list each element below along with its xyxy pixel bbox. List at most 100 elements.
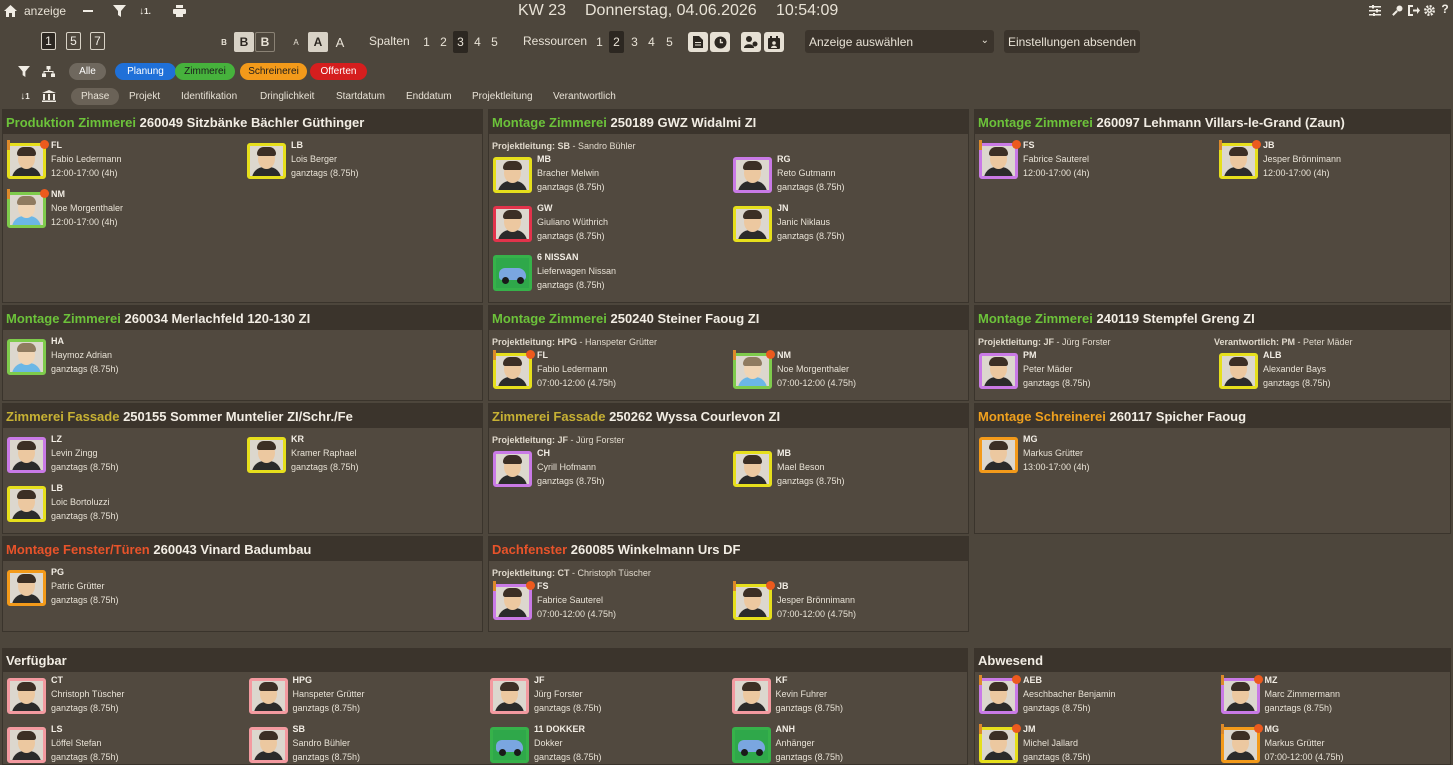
resource-item[interactable]: NM Noe Morgenthaler 12:00-17:00 (4h)	[7, 189, 237, 234]
filter-pill-3[interactable]: Schreinerei	[240, 63, 307, 80]
project-card[interactable]: Zimmerei Fassade 250155 Sommer Muntelier…	[2, 403, 483, 534]
project-card[interactable]: Montage Fenster/Türen 260043 Vinard Badu…	[2, 536, 483, 632]
resource-item[interactable]: LB Loic Bortoluzzi ganztags (8.75h)	[7, 483, 237, 528]
sort-tab-5[interactable]: Enddatum	[406, 88, 452, 105]
sort-tab-6[interactable]: Projektleitung	[472, 88, 533, 105]
project-title[interactable]: Montage Fenster/Türen 260043 Vinard Badu…	[3, 537, 482, 561]
resource-item[interactable]: FL Fabio Ledermann 07:00-12:00 (4.75h)	[493, 350, 723, 395]
resource-item[interactable]: HA Haymoz Adrian ganztags (8.75h)	[7, 336, 237, 381]
project-title[interactable]: Produktion Zimmerei 260049 Sitzbänke Bäc…	[3, 110, 482, 134]
columns-4-button[interactable]: 4	[470, 31, 485, 53]
project-title[interactable]: Zimmerei Fassade 250262 Wyssa Courlevon …	[489, 404, 968, 428]
sort-tab-7[interactable]: Verantwortlich	[553, 88, 616, 105]
resource-item[interactable]: GW Giuliano Wüthrich ganztags (8.75h)	[493, 203, 723, 248]
resource-item[interactable]: FS Fabrice Sauterel 07:00-12:00 (4.75h)	[493, 581, 723, 626]
settings-sliders-icon[interactable]	[1368, 3, 1382, 17]
resource-item[interactable]: HPG Hanspeter Grütter ganztags (8.75h)	[248, 675, 479, 720]
columns-1-button[interactable]: 1	[419, 31, 434, 53]
project-card[interactable]: Zimmerei Fassade 250262 Wyssa Courlevon …	[488, 403, 969, 534]
resource-item[interactable]: KF Kevin Fuhrer ganztags (8.75h)	[731, 675, 962, 720]
resource-item[interactable]: MG Markus Grütter 13:00-17:00 (4h)	[979, 434, 1209, 479]
resource-item[interactable]: AEB Aeschbacher Benjamin ganztags (8.75h)	[979, 675, 1209, 720]
project-title[interactable]: Montage Schreinerei 260117 Spicher Faoug	[975, 404, 1450, 428]
resources-3-button[interactable]: 3	[627, 31, 642, 53]
font-large-button[interactable]: A	[330, 32, 350, 52]
resource-item[interactable]: JN Janic Niklaus ganztags (8.75h)	[733, 203, 963, 248]
sort-tab-1[interactable]: Projekt	[129, 88, 160, 105]
size-medium-button[interactable]: B	[234, 32, 254, 52]
view-select[interactable]: Anzeige auswählen ⌄	[805, 30, 994, 53]
project-title[interactable]: Montage Zimmerei 240119 Stempfel Greng Z…	[975, 306, 1450, 330]
resource-item[interactable]: ANH Anhänger ganztags (8.75h)	[731, 724, 962, 765]
logout-icon[interactable]	[1407, 3, 1420, 17]
resource-item[interactable]: MZ Marc Zimmermann ganztags (8.75h)	[1220, 675, 1451, 720]
resource-item[interactable]: FS Fabrice Sauterel 12:00-17:00 (4h)	[979, 140, 1209, 185]
project-title[interactable]: Zimmerei Fassade 250155 Sommer Muntelier…	[3, 404, 482, 428]
project-card[interactable]: Montage Schreinerei 260117 Spicher Faoug…	[974, 403, 1451, 534]
help-icon[interactable]: ?	[1439, 2, 1451, 16]
filter-icon[interactable]	[17, 64, 31, 78]
resource-item[interactable]: LB Lois Berger ganztags (8.75h)	[247, 140, 477, 185]
project-title[interactable]: Montage Zimmerei 250189 GWZ Widalmi ZI	[489, 110, 968, 134]
sort-tab-2[interactable]: Identifikation	[181, 88, 237, 105]
resource-item[interactable]: JB Jesper Brönnimann 12:00-17:00 (4h)	[1219, 140, 1449, 185]
calendar-user-icon[interactable]	[764, 32, 784, 52]
size-large-button[interactable]: B	[255, 32, 275, 52]
view-label[interactable]: anzeige	[24, 4, 66, 18]
resource-item[interactable]: CT Christoph Tüscher ganztags (8.75h)	[7, 675, 237, 720]
resource-item[interactable]: LZ Levin Zingg ganztags (8.75h)	[7, 434, 237, 479]
sort-tab-3[interactable]: Dringlichkeit	[260, 88, 314, 105]
filter-pill-1[interactable]: Planung	[115, 63, 176, 80]
project-card[interactable]: Produktion Zimmerei 260049 Sitzbänke Bäc…	[2, 109, 483, 303]
sort-tab-0[interactable]: Phase	[71, 88, 120, 105]
resource-item[interactable]: LS Löffel Stefan ganztags (8.75h)	[7, 724, 237, 765]
project-title[interactable]: Montage Zimmerei 260034 Merlachfeld 120-…	[3, 306, 482, 330]
resource-item[interactable]: RG Reto Gutmann ganztags (8.75h)	[733, 154, 963, 199]
filter-pill-4[interactable]: Offerten	[310, 63, 367, 80]
clock-icon[interactable]	[710, 32, 730, 52]
resource-item[interactable]: 6 NISSAN Lieferwagen Nissan ganztags (8.75…	[493, 252, 723, 297]
project-card[interactable]: Montage Zimmerei 250240 Steiner Faoug ZI…	[488, 305, 969, 401]
days-7-button[interactable]: 7	[90, 32, 105, 50]
resources-2-button[interactable]: 2	[609, 31, 624, 53]
project-title[interactable]: Dachfenster 260085 Winkelmann Urs DF	[489, 537, 968, 561]
gear-icon[interactable]	[1423, 3, 1436, 17]
columns-5-button[interactable]: 5	[487, 31, 502, 53]
resources-5-button[interactable]: 5	[662, 31, 677, 53]
filter-pill-0[interactable]: Alle	[69, 63, 106, 80]
resource-item[interactable]: CH Cyrill Hofmann ganztags (8.75h)	[493, 448, 723, 493]
bank-icon[interactable]	[41, 89, 57, 103]
resource-item[interactable]: MB Bracher Melwin ganztags (8.75h)	[493, 154, 723, 199]
columns-3-button[interactable]: 3	[453, 31, 468, 53]
font-medium-button[interactable]: A	[308, 32, 328, 52]
minimize-icon[interactable]	[82, 4, 94, 18]
project-title[interactable]: Montage Zimmerei 260097 Lehmann Villars-…	[975, 110, 1450, 134]
project-card[interactable]: Montage Zimmerei 260097 Lehmann Villars-…	[974, 109, 1451, 303]
resource-item[interactable]: JM Michel Jallard ganztags (8.75h)	[979, 724, 1209, 765]
print-icon[interactable]	[172, 4, 186, 18]
resource-item[interactable]: MG Markus Grütter 07:00-12:00 (4.75h)	[1220, 724, 1451, 765]
filter-icon[interactable]	[112, 4, 126, 18]
project-card[interactable]: Dachfenster 260085 Winkelmann Urs DF Proj…	[488, 536, 969, 632]
resource-item[interactable]: SB Sandro Bühler ganztags (8.75h)	[248, 724, 479, 765]
project-card[interactable]: Montage Zimmerei 240119 Stempfel Greng Z…	[974, 305, 1451, 401]
user-settings-icon[interactable]	[741, 32, 761, 52]
home-icon[interactable]	[3, 4, 17, 18]
resource-item[interactable]: FL Fabio Ledermann 12:00-17:00 (4h)	[7, 140, 237, 185]
size-small-button[interactable]: B	[214, 32, 234, 52]
resource-item[interactable]: MB Mael Beson ganztags (8.75h)	[733, 448, 963, 493]
sort-tab-4[interactable]: Startdatum	[336, 88, 385, 105]
filter-pill-2[interactable]: Zimmerei	[175, 63, 235, 80]
resource-item[interactable]: NM Noe Morgenthaler 07:00-12:00 (4.75h)	[733, 350, 963, 395]
resources-4-button[interactable]: 4	[644, 31, 659, 53]
hierarchy-icon[interactable]	[41, 64, 56, 78]
resource-item[interactable]: PM Peter Mäder ganztags (8.75h)	[979, 350, 1209, 395]
days-5-button[interactable]: 5	[66, 32, 81, 50]
submit-settings-button[interactable]: Einstellungen absenden	[1004, 30, 1140, 53]
resources-1-button[interactable]: 1	[592, 31, 607, 53]
resource-item[interactable]: PG Patric Grütter ganztags (8.75h)	[7, 567, 237, 612]
columns-2-button[interactable]: 2	[436, 31, 451, 53]
resource-item[interactable]: 11 DOKKER Dokker ganztags (8.75h)	[490, 724, 720, 765]
sort-order-icon[interactable]: ↓ 1	[17, 89, 33, 103]
project-title[interactable]: Montage Zimmerei 250240 Steiner Faoug ZI	[489, 306, 968, 330]
